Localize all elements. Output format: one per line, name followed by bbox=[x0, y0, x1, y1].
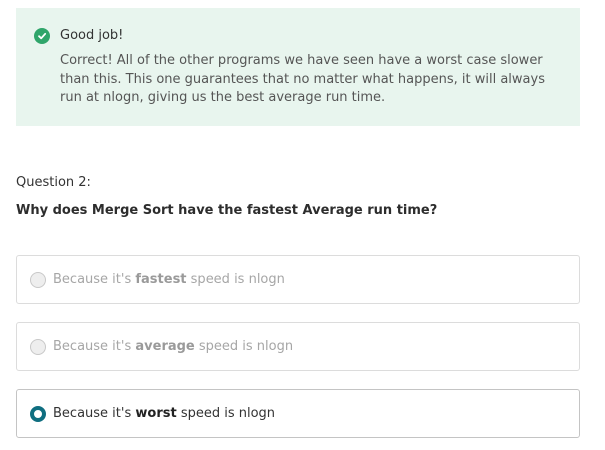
option-prefix: Because it's bbox=[53, 272, 136, 287]
option-emphasis: average bbox=[135, 339, 195, 354]
answer-option-label: Because it's worst speed is nlogn bbox=[53, 406, 275, 422]
check-circle-icon bbox=[34, 28, 50, 44]
answer-option-average[interactable]: Because it's average speed is nlogn bbox=[16, 322, 580, 371]
question-text-after: run time? bbox=[362, 203, 438, 218]
feedback-box: Good job! Correct! All of the other prog… bbox=[16, 8, 580, 126]
option-suffix: speed is nlogn bbox=[186, 272, 285, 287]
answer-option-fastest[interactable]: Because it's fastest speed is nlogn bbox=[16, 255, 580, 304]
option-emphasis: fastest bbox=[135, 272, 187, 287]
radio-button[interactable] bbox=[30, 339, 46, 355]
option-prefix: Because it's bbox=[53, 406, 136, 421]
answer-option-label: Because it's average speed is nlogn bbox=[53, 339, 293, 355]
question-text: Why does Merge Sort have the fastest Ave… bbox=[16, 203, 437, 219]
answer-option-worst[interactable]: Because it's worst speed is nlogn bbox=[16, 389, 580, 438]
feedback-title: Good job! bbox=[60, 28, 124, 43]
radio-button[interactable] bbox=[30, 272, 46, 288]
question-number: Question 2: bbox=[16, 175, 91, 190]
option-suffix: speed is nlogn bbox=[176, 406, 276, 421]
answer-option-label: Because it's fastest speed is nlogn bbox=[53, 272, 285, 288]
option-emphasis: worst bbox=[135, 406, 177, 421]
option-suffix: speed is nlogn bbox=[194, 339, 294, 354]
question-text-before: Why does Merge Sort have the fastest bbox=[16, 203, 303, 218]
question-text-emphasis: Average bbox=[302, 203, 363, 218]
radio-button-selected[interactable] bbox=[30, 406, 46, 422]
feedback-message: Correct! All of the other programs we ha… bbox=[60, 53, 545, 105]
option-prefix: Because it's bbox=[53, 339, 136, 354]
